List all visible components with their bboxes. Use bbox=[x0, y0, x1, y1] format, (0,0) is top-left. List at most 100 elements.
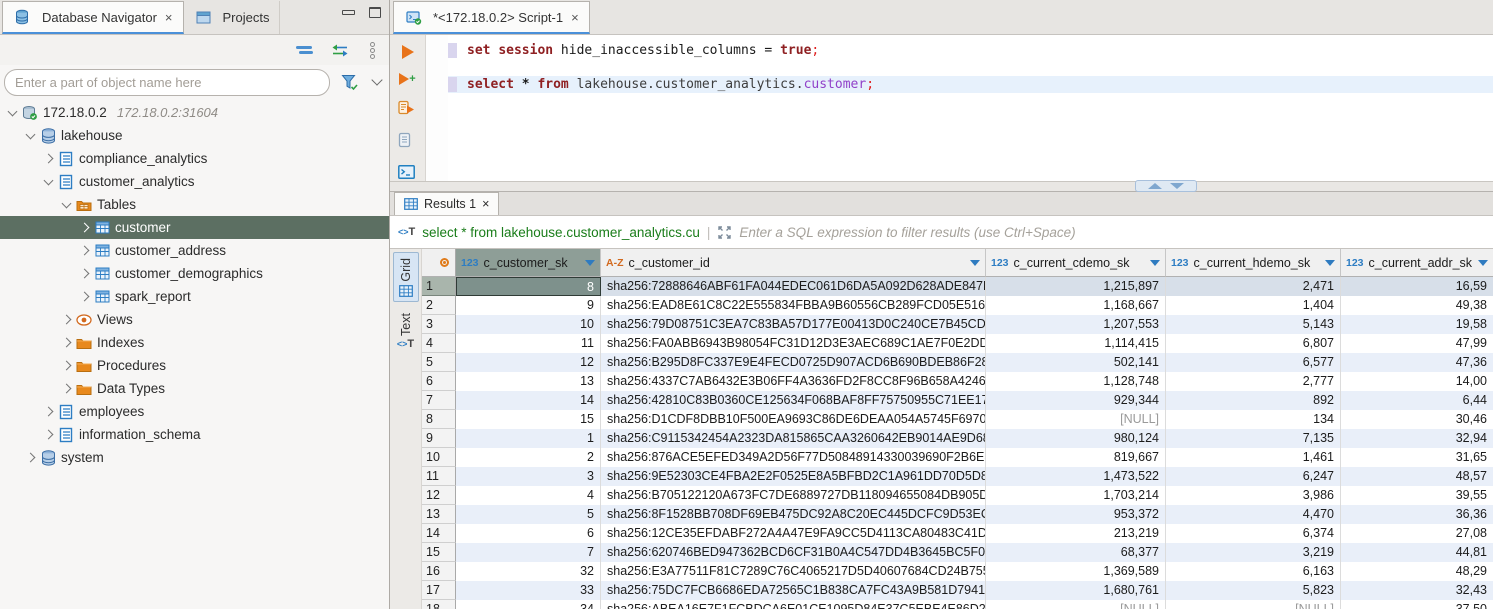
cell-c_customer_id[interactable]: sha256:79D08751C3EA7C83BA57D177E00413D0C… bbox=[601, 315, 986, 334]
cell-c_current_hdemo_sk[interactable]: 892 bbox=[1166, 391, 1341, 410]
row-number[interactable]: 10 bbox=[422, 448, 456, 467]
cell-c_current_cdemo_sk[interactable]: 1,703,214 bbox=[986, 486, 1166, 505]
cell-c_current_hdemo_sk[interactable]: 1,404 bbox=[1166, 296, 1341, 315]
results-filter-bar[interactable]: <>T select * from lakehouse.customer_ana… bbox=[390, 216, 1493, 249]
sql-line-3[interactable]: select * from lakehouse.customer_analyti… bbox=[448, 76, 1493, 93]
sql-line-2[interactable] bbox=[448, 59, 1493, 76]
cell-c_customer_sk[interactable]: 11 bbox=[456, 334, 601, 353]
cell-c_current_hdemo_sk[interactable]: 2,471 bbox=[1166, 277, 1341, 296]
column-header-c_current_cdemo_sk[interactable]: 123c_current_cdemo_sk bbox=[986, 249, 1166, 277]
cell-c_customer_sk[interactable]: 6 bbox=[456, 524, 601, 543]
cell-c_customer_id[interactable]: sha256:B705122120A673FC7DE6889727DB11809… bbox=[601, 486, 986, 505]
row-number[interactable]: 3 bbox=[422, 315, 456, 334]
column-menu-icon[interactable] bbox=[1478, 260, 1488, 266]
cell-c_current_hdemo_sk[interactable]: 1,461 bbox=[1166, 448, 1341, 467]
tree-item-information-schema[interactable]: information_schema bbox=[0, 423, 389, 446]
chevron-expanded-icon[interactable] bbox=[25, 129, 35, 139]
cell-c_current_hdemo_sk[interactable]: 5,143 bbox=[1166, 315, 1341, 334]
grid-corner-cell[interactable] bbox=[422, 249, 456, 277]
row-number[interactable]: 14 bbox=[422, 524, 456, 543]
tree-item-lakehouse[interactable]: lakehouse bbox=[0, 124, 389, 147]
cell-c_current_hdemo_sk[interactable]: 6,163 bbox=[1166, 562, 1341, 581]
tree-item-172-18-0-2[interactable]: 172.18.0.2172.18.0.2:31604 bbox=[0, 101, 389, 124]
cell-c_customer_sk[interactable]: 2 bbox=[456, 448, 601, 467]
row-number[interactable]: 8 bbox=[422, 410, 456, 429]
open-console-icon[interactable] bbox=[397, 163, 415, 181]
cell-c_customer_id[interactable]: sha256:E3A77511F81C7289C76C4065217D5D406… bbox=[601, 562, 986, 581]
row-number[interactable]: 2 bbox=[422, 296, 456, 315]
column-header-c_customer_id[interactable]: A-Zc_customer_id bbox=[601, 249, 986, 277]
tree-item-system[interactable]: system bbox=[0, 446, 389, 469]
filter-funnel-icon[interactable] bbox=[340, 73, 360, 91]
presentation-tab-text[interactable]: Text <>T bbox=[393, 308, 419, 354]
cell-c_customer_id[interactable]: sha256:72888646ABF61FA044EDEC061D6DA5A09… bbox=[601, 277, 986, 296]
cell-c_current_addr_sk[interactable]: 19,58 bbox=[1341, 315, 1493, 334]
cell-c_current_cdemo_sk[interactable]: 1,128,748 bbox=[986, 372, 1166, 391]
row-number[interactable]: 6 bbox=[422, 372, 456, 391]
tab-sql-script[interactable]: *<172.18.0.2> Script-1 × bbox=[393, 1, 590, 34]
tree-item-customer-address[interactable]: customer_address bbox=[0, 239, 389, 262]
chevron-collapsed-icon[interactable] bbox=[79, 246, 89, 256]
row-number[interactable]: 15 bbox=[422, 543, 456, 562]
cell-c_current_addr_sk[interactable]: 47,99 bbox=[1341, 334, 1493, 353]
row-number[interactable]: 16 bbox=[422, 562, 456, 581]
cell-c_current_hdemo_sk[interactable]: 6,247 bbox=[1166, 467, 1341, 486]
cell-c_customer_id[interactable]: sha256:D1CDF8DBB10F500EA9693C86DE6DEAA05… bbox=[601, 410, 986, 429]
cell-c_current_hdemo_sk[interactable]: [NULL] bbox=[1166, 600, 1341, 609]
column-menu-icon[interactable] bbox=[970, 260, 980, 266]
cell-c_current_cdemo_sk[interactable]: 929,344 bbox=[986, 391, 1166, 410]
cell-c_current_addr_sk[interactable]: 14,00 bbox=[1341, 372, 1493, 391]
sql-code-area[interactable]: set session hide_inaccessible_columns = … bbox=[448, 35, 1493, 181]
splitter-collapse-control[interactable] bbox=[1135, 180, 1197, 192]
cell-c_current_hdemo_sk[interactable]: 5,823 bbox=[1166, 581, 1341, 600]
cell-c_customer_sk[interactable]: 32 bbox=[456, 562, 601, 581]
tab-results-1[interactable]: Results 1 × bbox=[394, 192, 499, 215]
cell-c_current_addr_sk[interactable]: 36,36 bbox=[1341, 505, 1493, 524]
tree-item-employees[interactable]: employees bbox=[0, 400, 389, 423]
editor-results-splitter[interactable] bbox=[390, 181, 1493, 192]
execute-script-icon[interactable] bbox=[397, 99, 415, 117]
cell-c_current_cdemo_sk[interactable]: [NULL] bbox=[986, 410, 1166, 429]
cell-c_current_hdemo_sk[interactable]: 6,577 bbox=[1166, 353, 1341, 372]
presentation-tab-grid[interactable]: Grid bbox=[393, 252, 419, 302]
tree-item-compliance-analytics[interactable]: compliance_analytics bbox=[0, 147, 389, 170]
chevron-expanded-icon[interactable] bbox=[43, 175, 53, 185]
tab-projects[interactable]: Projects bbox=[184, 1, 281, 34]
expand-filter-icon[interactable] bbox=[717, 225, 732, 240]
cell-c_customer_id[interactable]: sha256:FA0ABB6943B98054FC31D12D3E3AEC689… bbox=[601, 334, 986, 353]
cell-c_customer_sk[interactable]: 33 bbox=[456, 581, 601, 600]
cell-c_current_hdemo_sk[interactable]: 7,135 bbox=[1166, 429, 1341, 448]
chevron-collapsed-icon[interactable] bbox=[61, 338, 71, 348]
row-number[interactable]: 11 bbox=[422, 467, 456, 486]
cell-c_current_cdemo_sk[interactable]: 1,168,667 bbox=[986, 296, 1166, 315]
row-number[interactable]: 1 bbox=[422, 277, 456, 296]
cell-c_customer_sk[interactable]: 3 bbox=[456, 467, 601, 486]
cell-c_current_cdemo_sk[interactable]: 819,667 bbox=[986, 448, 1166, 467]
chevron-collapsed-icon[interactable] bbox=[25, 453, 35, 463]
tree-item-customer[interactable]: customer bbox=[0, 216, 389, 239]
cell-c_customer_sk[interactable]: 7 bbox=[456, 543, 601, 562]
cell-c_current_addr_sk[interactable]: 44,81 bbox=[1341, 543, 1493, 562]
cell-c_customer_sk[interactable]: 8 bbox=[456, 277, 601, 296]
cell-c_customer_id[interactable]: sha256:B295D8FC337E9E4FECD0725D907ACD6B6… bbox=[601, 353, 986, 372]
cell-c_customer_id[interactable]: sha256:9E52303CE4FBA2E2F0525E8A5BFBD2C1A… bbox=[601, 467, 986, 486]
cell-c_current_cdemo_sk[interactable]: 1,369,589 bbox=[986, 562, 1166, 581]
tree-item-views[interactable]: Views bbox=[0, 308, 389, 331]
cell-c_current_addr_sk[interactable]: 49,38 bbox=[1341, 296, 1493, 315]
cell-c_current_hdemo_sk[interactable]: 3,219 bbox=[1166, 543, 1341, 562]
cell-c_current_cdemo_sk[interactable]: 1,114,415 bbox=[986, 334, 1166, 353]
cell-c_customer_id[interactable]: sha256:876ACE5EFED349A2D56F77D5084891433… bbox=[601, 448, 986, 467]
explain-plan-icon[interactable] bbox=[397, 131, 415, 149]
cell-c_customer_sk[interactable]: 1 bbox=[456, 429, 601, 448]
row-number[interactable]: 9 bbox=[422, 429, 456, 448]
chevron-collapsed-icon[interactable] bbox=[79, 223, 89, 233]
tree-item-spark-report[interactable]: spark_report bbox=[0, 285, 389, 308]
cell-c_current_cdemo_sk[interactable]: 953,372 bbox=[986, 505, 1166, 524]
column-header-c_customer_sk[interactable]: 123c_customer_sk bbox=[456, 249, 601, 277]
tree-item-indexes[interactable]: Indexes bbox=[0, 331, 389, 354]
cell-c_customer_sk[interactable]: 12 bbox=[456, 353, 601, 372]
cell-c_customer_sk[interactable]: 5 bbox=[456, 505, 601, 524]
cell-c_current_addr_sk[interactable]: 37,50 bbox=[1341, 600, 1493, 609]
cell-c_customer_id[interactable]: sha256:EAD8E61C8C22E555834FBBA9B60556CB2… bbox=[601, 296, 986, 315]
cell-c_customer_sk[interactable]: 15 bbox=[456, 410, 601, 429]
